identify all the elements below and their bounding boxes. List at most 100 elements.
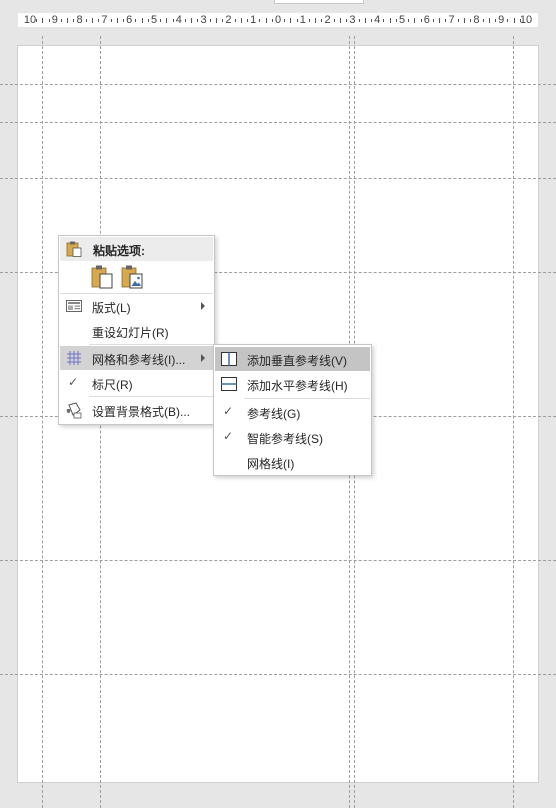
ruler-tick bbox=[408, 19, 410, 22]
checkmark-icon: ✓ bbox=[68, 375, 79, 389]
ruler-tick bbox=[147, 19, 149, 22]
grid-line-horizontal bbox=[0, 674, 556, 675]
ruler-tick bbox=[383, 19, 385, 22]
ruler-tick bbox=[98, 19, 100, 22]
checkmark-icon: ✓ bbox=[223, 404, 234, 418]
ruler-tick bbox=[389, 18, 391, 23]
checkmark-icon: ✓ bbox=[223, 429, 234, 443]
ruler-tick bbox=[216, 18, 217, 23]
ruler-number: 6 bbox=[126, 14, 133, 26]
ruler-tick bbox=[197, 19, 199, 22]
ruler-tick bbox=[73, 19, 75, 22]
ruler-tick bbox=[290, 18, 292, 23]
ruler-number: 7 bbox=[101, 14, 108, 26]
vertical-guide-icon bbox=[221, 352, 237, 366]
submenu-item-smart-guides[interactable]: ✓ 智能参考线(S) bbox=[215, 425, 370, 449]
ruler-tick bbox=[85, 19, 87, 22]
grid-line-horizontal bbox=[0, 122, 556, 123]
paste-keep-formatting-icon[interactable] bbox=[91, 265, 113, 289]
menu-item-layout[interactable]: 版式(L) bbox=[60, 294, 213, 318]
ruler-tick bbox=[141, 18, 143, 23]
ruler-tick bbox=[358, 19, 360, 22]
ruler-tick bbox=[247, 19, 248, 22]
ruler-tick bbox=[346, 19, 348, 22]
submenu-item-guides[interactable]: ✓ 参考线(G) bbox=[215, 400, 370, 424]
ruler-tick bbox=[495, 19, 496, 22]
ruler-tick bbox=[166, 18, 168, 23]
ruler-number: 2 bbox=[225, 14, 232, 26]
ruler-number: 6 bbox=[423, 14, 430, 26]
ruler-tick bbox=[470, 19, 472, 22]
grid-line-horizontal bbox=[0, 560, 556, 561]
ruler-number: 8 bbox=[473, 14, 480, 26]
paste-icon bbox=[66, 241, 82, 257]
ruler-tick bbox=[240, 18, 242, 23]
ruler-tick bbox=[457, 19, 459, 22]
menu-item-reset-slide[interactable]: 重设幻灯片(R) bbox=[60, 319, 213, 343]
menu-item-format-background[interactable]: 设置背景格式(B)... bbox=[60, 398, 213, 422]
menu-item-grid-and-guides[interactable]: 网格和参考线(I)... bbox=[60, 346, 213, 370]
ruler-number: 1 bbox=[299, 14, 306, 26]
menu-item-label: 网格和参考线(I)... bbox=[92, 353, 186, 367]
ruler-tick bbox=[414, 18, 416, 23]
ruler-tick bbox=[315, 18, 317, 23]
ruler-tick bbox=[185, 19, 186, 22]
ruler-tick bbox=[420, 19, 422, 22]
submenu-item-gridlines[interactable]: 网格线(I) bbox=[215, 450, 370, 474]
ruler-tick bbox=[61, 19, 62, 22]
ruler-tick bbox=[116, 18, 118, 23]
ruler-tick bbox=[309, 19, 310, 22]
grid-line-horizontal bbox=[0, 84, 556, 85]
submenu-item-label: 参考线(G) bbox=[247, 407, 301, 421]
ruler-number: 5 bbox=[150, 14, 158, 26]
menu-separator bbox=[89, 344, 213, 345]
ruler-tick bbox=[340, 18, 341, 23]
grid-line-vertical bbox=[513, 36, 514, 808]
format-background-icon bbox=[66, 402, 82, 419]
ruler-tick bbox=[160, 19, 162, 22]
layout-icon bbox=[66, 300, 82, 312]
ruler-number: 3 bbox=[200, 14, 207, 26]
context-menu: 粘贴选项: 版式(L) 重设幻灯片(R) 网格和参考线(I)... ✓ 标尺(R… bbox=[58, 235, 215, 425]
submenu-arrow-icon bbox=[201, 302, 205, 310]
ruler-number: 5 bbox=[398, 14, 406, 26]
menu-item-label: 标尺(R) bbox=[92, 378, 133, 392]
ruler-tick bbox=[284, 19, 286, 22]
paste-options-label: 粘贴选项: bbox=[93, 244, 145, 258]
submenu-item-label: 添加水平参考线(H) bbox=[247, 379, 348, 393]
ruler-tick bbox=[209, 19, 211, 22]
ruler-tick bbox=[172, 19, 174, 22]
ruler-tick bbox=[395, 19, 397, 22]
ruler-tick bbox=[271, 19, 273, 22]
ruler-number: 9 bbox=[51, 14, 58, 26]
ruler-tick bbox=[135, 19, 137, 22]
ruler-number: 3 bbox=[349, 14, 356, 26]
submenu-item-label: 网格线(I) bbox=[247, 457, 295, 471]
ruler-tick bbox=[265, 18, 267, 23]
ruler-number: 4 bbox=[374, 14, 381, 26]
ruler-tick bbox=[507, 19, 509, 22]
submenu-item-label: 添加垂直参考线(V) bbox=[247, 354, 347, 368]
submenu-item-add-horizontal-guide[interactable]: 添加水平参考线(H) bbox=[215, 372, 370, 396]
ruler-tick bbox=[364, 18, 366, 23]
ruler-tick bbox=[36, 19, 38, 22]
submenu-item-add-vertical-guide[interactable]: 添加垂直参考线(V) bbox=[215, 347, 370, 371]
ruler-number: 1 bbox=[250, 14, 257, 26]
ruler-tab bbox=[274, 0, 364, 4]
ruler-tick bbox=[259, 19, 261, 22]
ruler-number: 4 bbox=[175, 14, 182, 26]
ruler-number: 9 bbox=[498, 14, 505, 26]
ruler-tick bbox=[513, 18, 515, 23]
ruler-tick bbox=[67, 18, 69, 23]
menu-separator bbox=[244, 398, 370, 399]
paste-as-picture-icon[interactable] bbox=[121, 265, 143, 289]
ruler-tick bbox=[482, 19, 484, 22]
ruler-tick bbox=[92, 18, 93, 23]
menu-separator bbox=[89, 396, 213, 397]
menu-item-ruler[interactable]: ✓ 标尺(R) bbox=[60, 371, 213, 395]
paste-options-row bbox=[60, 262, 213, 292]
ruler-number: 10 bbox=[519, 14, 533, 26]
ruler-tick bbox=[234, 19, 236, 22]
ruler-tick bbox=[222, 19, 224, 22]
horizontal-ruler[interactable]: 10 9 8 7 6 5 4 3 2 1 0 1 2 3 4 5 6 7 8 9 10 bbox=[0, 0, 556, 34]
